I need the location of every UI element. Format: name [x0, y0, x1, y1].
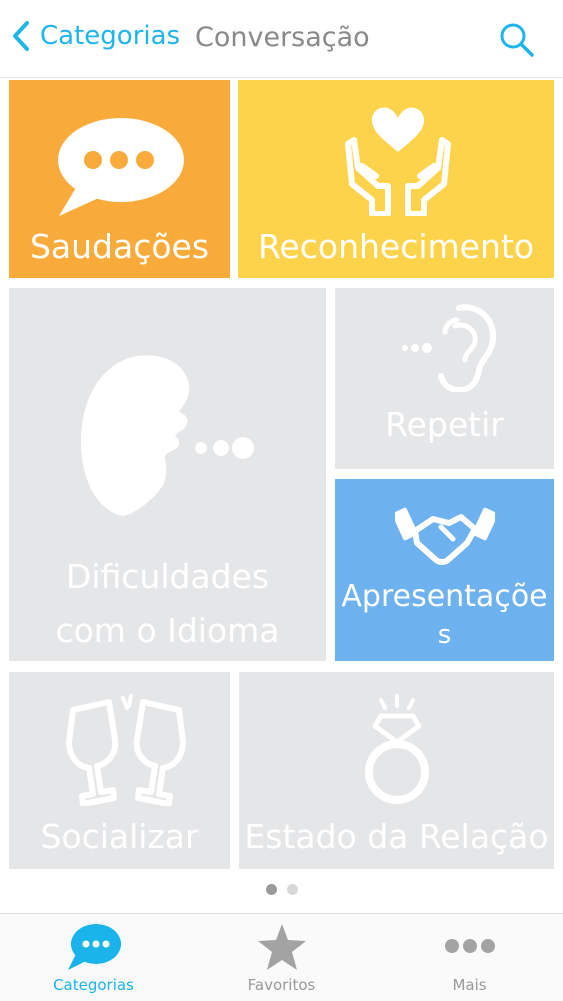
tile-apresentacoes[interactable]: Apresentaçõe s [335, 479, 554, 661]
ear-icon [402, 304, 497, 392]
tile-repetir[interactable]: Repetir [335, 288, 554, 469]
back-button[interactable]: Categorias [12, 20, 180, 52]
more-dots-icon [444, 939, 495, 953]
page-title: Conversação [195, 22, 370, 53]
tab-label: Favoritos [247, 976, 316, 994]
tile-label: Repetir [385, 405, 504, 444]
tile-label: Socializar [40, 817, 199, 856]
tab-favoritos[interactable]: Favoritos [188, 914, 375, 1001]
speaking-face-icon [81, 355, 254, 516]
tile-label: Saudações [29, 227, 210, 266]
tile-reconhecimento[interactable]: Reconhecimento [238, 80, 554, 278]
speech-bubble-icon [58, 118, 184, 216]
handshake-icon [395, 507, 495, 565]
search-button[interactable] [499, 22, 535, 62]
chat-bubble-icon [67, 924, 121, 970]
search-icon [500, 23, 534, 57]
heart-hands-icon [345, 107, 451, 216]
back-label: Categorias [40, 21, 181, 51]
tile-label: Reconhecimento [257, 227, 535, 266]
chevron-left-icon [13, 21, 29, 51]
tab-label: Categorias [53, 976, 134, 994]
tile-label-line2: s [437, 620, 452, 650]
page-dot[interactable] [286, 884, 298, 895]
tab-bar: Categorias Favoritos Mais [0, 913, 563, 1001]
tab-categorias[interactable]: Categorias [0, 914, 187, 1001]
tab-label: Mais [452, 976, 487, 994]
tile-dificuldades-idioma[interactable]: Dificuldades com o Idioma [9, 288, 326, 661]
tile-label-line1: Apresentaçõe [341, 579, 548, 614]
toast-glasses-icon [66, 694, 186, 806]
tile-socializar[interactable]: Socializar [9, 672, 230, 869]
tab-mais[interactable]: Mais [376, 914, 563, 1001]
page-dot-active[interactable] [265, 884, 277, 895]
tile-label: Estado da Relação [244, 817, 549, 856]
nav-divider [0, 77, 563, 78]
navigation-bar: Categorias Conversação [0, 0, 563, 78]
tile-estado-relacao[interactable]: Estado da Relação [239, 672, 554, 869]
tile-saudacoes[interactable]: Saudações [9, 80, 230, 278]
diamond-ring-icon [365, 694, 429, 804]
page-indicator[interactable] [0, 884, 563, 895]
tile-label-line1: Dificuldades [65, 557, 270, 596]
tile-label-line2: com o Idioma [55, 611, 280, 650]
star-icon [257, 924, 306, 970]
